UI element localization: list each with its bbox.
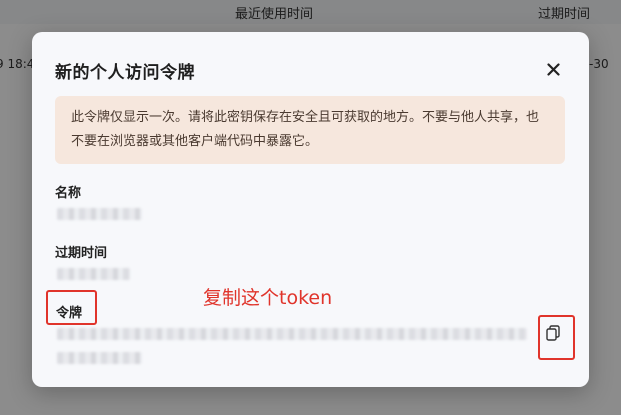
annotation-highlight-token-label <box>46 290 97 325</box>
warning-notice: 此令牌仅显示一次。请将此密钥保存在安全且可获取的地方。不要与他人共享，也不要在浏… <box>55 96 565 164</box>
token-value-redacted[interactable] <box>57 328 527 340</box>
expire-value-redacted <box>57 268 130 280</box>
name-label: 名称 <box>55 186 82 201</box>
token-value-redacted-line2[interactable] <box>57 352 142 364</box>
close-button[interactable] <box>540 56 566 82</box>
new-token-dialog: 新的个人访问令牌 此令牌仅显示一次。请将此密钥保存在安全且可获取的地方。不要与他… <box>32 32 589 387</box>
annotation-text: 复制这个token <box>203 287 333 309</box>
name-value-redacted <box>57 208 142 220</box>
annotation-highlight-copy-button <box>538 315 575 360</box>
close-icon <box>546 62 560 76</box>
dialog-title: 新的个人访问令牌 <box>55 63 195 83</box>
expire-label: 过期时间 <box>55 246 108 261</box>
